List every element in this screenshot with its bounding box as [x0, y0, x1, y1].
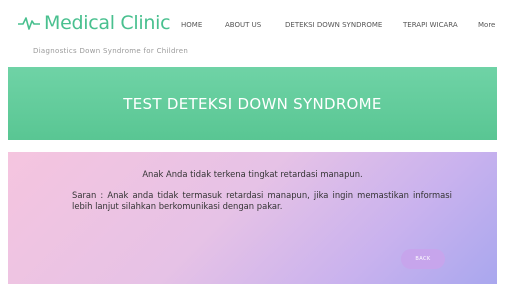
nav-item-more[interactable]: More — [478, 21, 495, 29]
nav-item-deteksi-down-syndrome[interactable]: DETEKSI DOWN SYNDROME — [285, 21, 382, 29]
page-title: TEST DETEKSI DOWN SYNDROME — [123, 94, 382, 113]
result-panel: Anak Anda tidak terkena tingkat retardas… — [8, 152, 497, 284]
nav-item-home[interactable]: HOME — [181, 21, 202, 29]
heartbeat-icon — [18, 17, 40, 30]
brand-name: Medical Clinic — [44, 12, 171, 34]
site-logo[interactable]: Medical Clinic — [18, 10, 171, 36]
site-tagline: Diagnostics Down Syndrome for Children — [33, 47, 189, 55]
page-banner: TEST DETEKSI DOWN SYNDROME — [8, 67, 497, 140]
nav-item-terapi-wicara[interactable]: TERAPI WICARA — [403, 21, 458, 29]
advice-text: Saran : Anak anda tidak termasuk retarda… — [72, 190, 452, 211]
back-button[interactable]: BACK — [401, 249, 445, 269]
result-message: Anak Anda tidak terkena tingkat retardas… — [142, 169, 363, 179]
nav-item-about-us[interactable]: ABOUT US — [225, 21, 261, 29]
